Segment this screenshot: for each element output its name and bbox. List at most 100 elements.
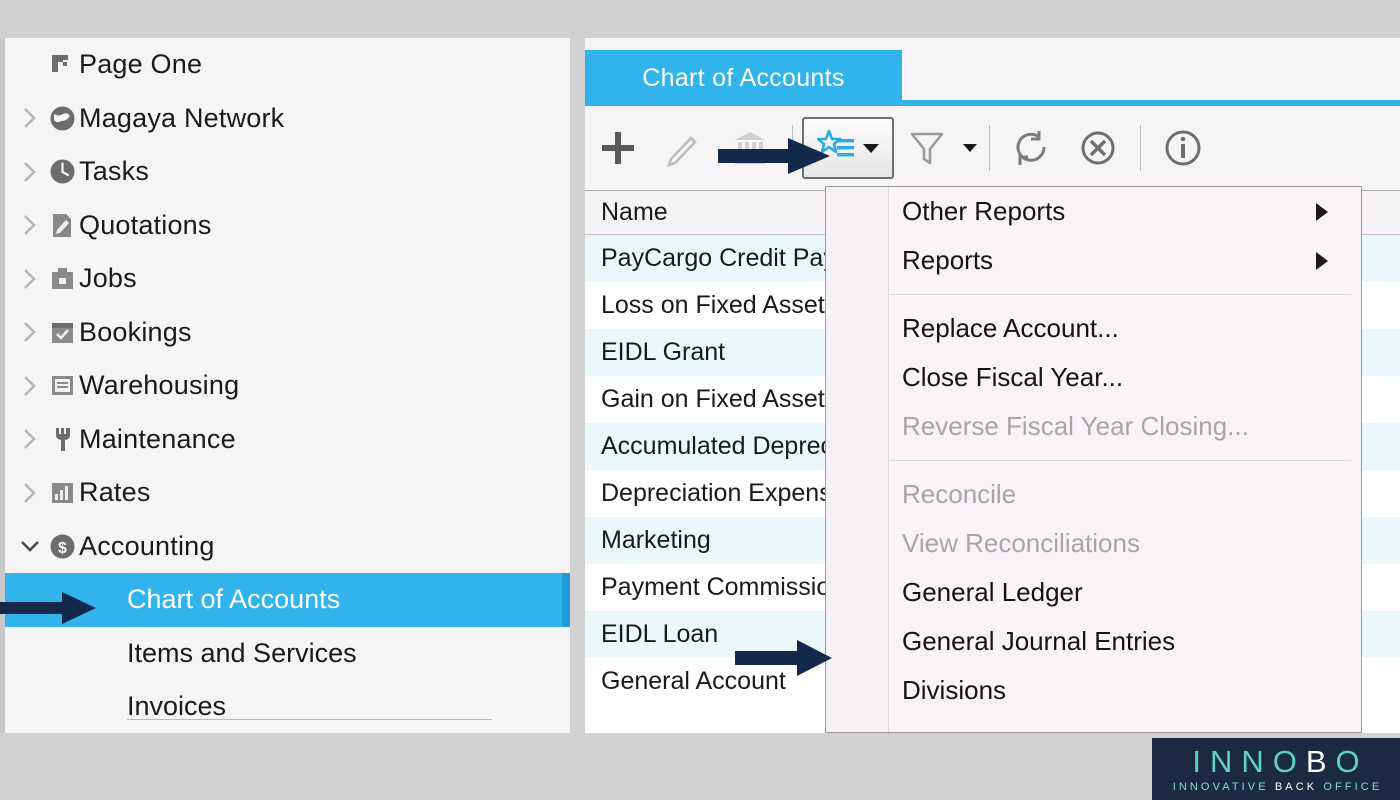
delete-button[interactable] xyxy=(717,118,783,178)
actions-dropdown-menu[interactable]: Other Reports Reports Replace Account...… xyxy=(825,186,1362,733)
menu-items[interactable]: Other Reports Reports Replace Account...… xyxy=(890,187,1361,732)
toolbar-separator xyxy=(792,125,793,171)
sidebar-item-accounting[interactable]: $ Accounting xyxy=(5,520,570,574)
sidebar-item-label: Tasks xyxy=(79,156,150,187)
menu-item-label: Replace Account... xyxy=(902,313,1119,343)
page-icon xyxy=(45,52,79,78)
menu-item-reverse-fiscal-year-closing: Reverse Fiscal Year Closing... xyxy=(890,402,1361,451)
menu-item-replace-account[interactable]: Replace Account... xyxy=(890,304,1361,353)
chevron-right-icon[interactable] xyxy=(15,106,45,130)
logo-sub-left: INNOVATIVE xyxy=(1172,780,1275,793)
refresh-icon xyxy=(1016,131,1046,165)
sidebar-item-tasks[interactable]: Tasks xyxy=(5,145,570,199)
menu-icon-gutter xyxy=(826,187,889,732)
sidebar-item-label: Rates xyxy=(79,477,151,508)
briefcase-icon xyxy=(45,265,79,292)
sidebar-item-quotations[interactable]: Quotations xyxy=(5,199,570,253)
navigation-sidebar[interactable]: Page One Magaya Network Tasks Quotations… xyxy=(5,38,570,733)
menu-item-divisions[interactable]: Divisions xyxy=(890,666,1361,715)
funnel-icon xyxy=(910,132,944,165)
tab-chart-of-accounts[interactable]: Chart of Accounts xyxy=(585,50,902,106)
sidebar-item-label: Invoices xyxy=(127,691,227,722)
menu-separator xyxy=(890,460,1351,461)
chevron-right-icon[interactable] xyxy=(15,320,45,344)
sidebar-item-label: Jobs xyxy=(79,263,137,294)
app-window: Page One Magaya Network Tasks Quotations… xyxy=(0,0,1400,800)
add-button[interactable] xyxy=(585,118,651,178)
sidebar-item-label: Chart of Accounts xyxy=(127,584,341,615)
logo-sub-right: OFFICE xyxy=(1323,780,1383,793)
sidebar-item-label: Quotations xyxy=(79,209,212,240)
sidebar-item-maintenance[interactable]: Maintenance xyxy=(5,413,570,467)
globe-icon xyxy=(45,105,79,132)
plus-icon xyxy=(602,132,634,164)
clipboard-icon xyxy=(45,372,79,399)
submenu-arrow-icon xyxy=(1316,202,1328,221)
clock-icon xyxy=(45,158,79,185)
chevron-down-icon[interactable] xyxy=(863,143,879,153)
logo-main-left: INNO xyxy=(1192,743,1306,779)
menu-item-view-reconciliations: View Reconciliations xyxy=(890,519,1361,568)
sidebar-item-jobs[interactable]: Jobs xyxy=(5,252,570,306)
menu-item-label: View Reconciliations xyxy=(902,528,1140,558)
menu-item-reconcile: Reconcile xyxy=(890,470,1361,519)
menu-item-general-ledger[interactable]: General Ledger xyxy=(890,568,1361,617)
sidebar-item-rates[interactable]: Rates xyxy=(5,466,570,520)
menu-item-label: Other Reports xyxy=(902,196,1066,226)
logo-sub-mid: BACK xyxy=(1274,780,1324,793)
menu-item-other-reports[interactable]: Other Reports xyxy=(890,187,1361,236)
sidebar-item-label: Accounting xyxy=(79,530,215,561)
sidebar-item-label: Page One xyxy=(79,49,203,80)
chevron-down-icon[interactable] xyxy=(15,537,45,555)
toolbar[interactable] xyxy=(585,106,1400,190)
sidebar-item-items-and-services[interactable]: Items and Services xyxy=(5,627,570,681)
chevron-right-icon[interactable] xyxy=(15,374,45,398)
filter-button[interactable] xyxy=(894,118,960,178)
menu-item-general-journal-entries[interactable]: General Journal Entries xyxy=(890,617,1361,666)
menu-item-label: Reverse Fiscal Year Closing... xyxy=(902,411,1249,441)
menu-item-label: General Ledger xyxy=(902,577,1083,607)
logo-tagline: INNOVATIVE BACK OFFICE xyxy=(1170,780,1383,793)
chevron-right-icon[interactable] xyxy=(15,213,45,237)
wrench-icon xyxy=(45,426,79,453)
filter-dropdown-button[interactable] xyxy=(960,118,980,178)
chevron-right-icon[interactable] xyxy=(15,267,45,291)
toolbar-separator xyxy=(1140,125,1141,171)
sidebar-item-label: Items and Services xyxy=(127,637,357,668)
menu-item-label: Close Fiscal Year... xyxy=(902,362,1124,392)
sidebar-item-label: Warehousing xyxy=(79,370,240,401)
sidebar-item-label: Maintenance xyxy=(79,423,236,454)
sidebar-item-magaya-network[interactable]: Magaya Network xyxy=(5,92,570,146)
sidebar-item-chart-of-accounts[interactable]: Chart of Accounts xyxy=(5,573,570,627)
menu-item-label: Divisions xyxy=(902,675,1007,705)
logo-wordmark: INNOBO xyxy=(1183,746,1368,777)
sidebar-item-label: Bookings xyxy=(79,316,192,347)
menu-item-label: Reconcile xyxy=(902,479,1017,509)
menu-separator xyxy=(890,294,1351,295)
menu-item-label: General Journal Entries xyxy=(902,626,1176,656)
logo-main-right: B xyxy=(1305,743,1336,779)
chevron-right-icon[interactable] xyxy=(15,160,45,184)
cancel-button[interactable] xyxy=(1065,118,1131,178)
logo-main-tail: O xyxy=(1335,743,1369,779)
star-list-icon xyxy=(817,129,854,157)
sidebar-item-bookings[interactable]: Bookings xyxy=(5,306,570,360)
toolbar-separator xyxy=(989,125,990,171)
submenu-arrow-icon xyxy=(1316,251,1328,270)
actions-button[interactable] xyxy=(802,117,894,179)
bar-chart-icon xyxy=(45,479,79,506)
edit-button[interactable] xyxy=(651,118,717,178)
svg-text:$: $ xyxy=(58,540,67,557)
sidebar-item-invoices[interactable]: Invoices xyxy=(5,680,570,733)
menu-item-reports[interactable]: Reports xyxy=(890,236,1361,285)
sidebar-item-page-one[interactable]: Page One xyxy=(5,38,570,92)
chevron-right-icon[interactable] xyxy=(15,427,45,451)
refresh-button[interactable] xyxy=(999,118,1065,178)
chevron-right-icon[interactable] xyxy=(15,481,45,505)
sidebar-item-warehousing[interactable]: Warehousing xyxy=(5,359,570,413)
menu-item-label: Reports xyxy=(902,245,994,275)
pencil-icon xyxy=(666,136,697,168)
menu-item-close-fiscal-year[interactable]: Close Fiscal Year... xyxy=(890,353,1361,402)
info-button[interactable] xyxy=(1150,118,1216,178)
tab-label: Chart of Accounts xyxy=(642,63,845,92)
